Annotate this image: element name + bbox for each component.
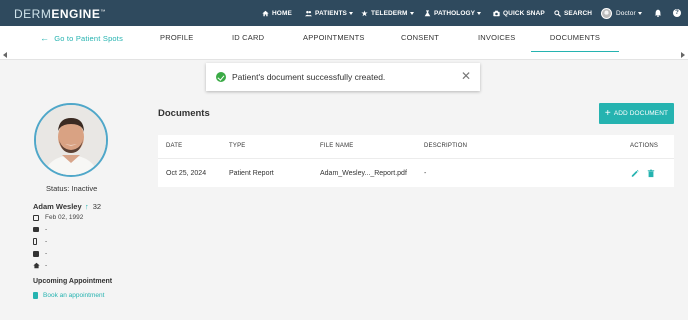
person-icon: ↑ <box>85 202 89 211</box>
patient-photo <box>36 105 106 175</box>
user-avatar <box>601 7 612 19</box>
patient-subnav: ← Go to Patient Spots PROFILE ID CARD APP… <box>0 26 688 60</box>
check-circle-icon <box>216 72 226 82</box>
nav-user-menu[interactable]: Doctor <box>601 0 642 26</box>
nav-home[interactable]: HOME <box>262 0 292 26</box>
patient-email: - <box>45 226 48 233</box>
nav-search[interactable]: SEARCH <box>554 0 592 26</box>
patient-phone: - <box>45 238 48 245</box>
success-toast: Patient's document successfully created.… <box>206 63 480 91</box>
documents-table: DATE TYPE FILE NAME DESCRIPTION ACTIONS … <box>158 135 674 187</box>
nav-telederm-label: TELEDERM <box>371 9 408 17</box>
patient-email-row: - <box>33 226 47 233</box>
book-appointment-link[interactable]: Book an appointment <box>33 292 104 299</box>
nav-pathology[interactable]: PATHOLOGY <box>424 0 482 26</box>
chevron-down-icon <box>409 11 414 15</box>
patient-address-row: - <box>33 262 47 269</box>
column-header-actions: ACTIONS <box>630 143 659 149</box>
patient-age: ↑ 32 <box>85 202 101 211</box>
tab-profile[interactable]: PROFILE <box>160 26 194 52</box>
email-icon <box>33 227 39 232</box>
nav-quick-snap[interactable]: QUICK SNAP <box>493 0 545 26</box>
plus-icon: + <box>604 107 611 119</box>
nav-user-label: Doctor <box>616 9 636 17</box>
tab-invoices[interactable]: INVOICES <box>478 26 515 52</box>
calendar-icon <box>33 292 38 299</box>
upcoming-appointment-heading: Upcoming Appointment <box>33 278 113 285</box>
search-icon <box>554 9 561 17</box>
tab-appointments[interactable]: APPOINTMENTS <box>303 26 365 52</box>
book-appointment-label: Book an appointment <box>43 292 105 299</box>
column-header-type[interactable]: TYPE <box>229 143 245 149</box>
brand-logo[interactable]: DERMENGINE™ <box>14 7 106 21</box>
cell-date: Oct 25, 2024 <box>166 170 207 177</box>
patient-dob: Feb 02, 1992 <box>45 214 84 221</box>
column-header-file-name[interactable]: FILE NAME <box>320 143 353 149</box>
nav-quick-snap-label: QUICK SNAP <box>503 9 545 17</box>
telederm-icon <box>361 9 368 16</box>
patient-avatar <box>34 103 108 177</box>
back-link-label: Go to Patient Spots <box>54 34 124 43</box>
nav-home-label: HOME <box>272 9 292 17</box>
pathology-icon <box>424 9 431 16</box>
scroll-left-icon[interactable] <box>3 52 7 58</box>
add-document-label: ADD DOCUMENT <box>613 110 669 117</box>
top-navbar: DERMENGINE™ HOME PATIENTS TELEDERM PATHO… <box>0 0 688 26</box>
cell-description: - <box>424 170 427 177</box>
nav-patients-label: PATIENTS <box>315 9 347 17</box>
add-document-button[interactable]: + ADD DOCUMENT <box>599 103 674 124</box>
arrow-left-icon: ← <box>40 33 50 43</box>
back-to-patient-spots-link[interactable]: ← Go to Patient Spots <box>40 26 123 52</box>
patient-work: - <box>45 250 48 257</box>
tab-documents[interactable]: DOCUMENTS <box>531 26 619 52</box>
patient-dob-row: Feb 02, 1992 <box>33 214 83 221</box>
documents-title: Documents <box>158 108 210 119</box>
patient-name: Adam Wesley <box>33 202 82 211</box>
patients-icon <box>305 10 312 16</box>
column-header-date[interactable]: DATE <box>166 143 182 149</box>
nav-telederm[interactable]: TELEDERM <box>361 0 414 26</box>
tab-id-card[interactable]: ID CARD <box>232 26 264 52</box>
briefcase-icon <box>33 250 39 257</box>
calendar-icon <box>33 214 39 221</box>
patient-work-row: - <box>33 250 47 257</box>
close-icon[interactable]: ✕ <box>461 70 471 82</box>
patient-phone-row: - <box>33 238 47 245</box>
edit-icon[interactable] <box>631 169 639 178</box>
home-icon <box>262 10 269 16</box>
home-icon <box>33 262 40 269</box>
tab-consent[interactable]: CONSENT <box>401 26 439 52</box>
phone-icon <box>33 238 37 245</box>
nav-patients[interactable]: PATIENTS <box>305 0 353 26</box>
help-icon[interactable]: ? <box>673 9 681 17</box>
patient-status: Status: Inactive <box>46 184 98 193</box>
camera-icon <box>493 10 500 16</box>
nav-pathology-label: PATHOLOGY <box>434 9 476 17</box>
nav-search-label: SEARCH <box>564 9 593 17</box>
column-header-description[interactable]: DESCRIPTION <box>424 143 467 149</box>
patient-address: - <box>45 262 48 269</box>
delete-icon[interactable] <box>647 169 655 178</box>
cell-file-name[interactable]: Adam_Wesley..._Report.pdf <box>320 170 407 177</box>
chevron-down-icon <box>477 11 482 15</box>
chevron-down-icon <box>348 11 353 15</box>
toast-message: Patient's document successfully created. <box>232 72 386 82</box>
cell-type: Patient Report <box>229 170 274 177</box>
table-divider <box>158 158 674 159</box>
scroll-right-icon[interactable] <box>681 52 685 58</box>
chevron-down-icon <box>637 11 642 15</box>
bell-icon[interactable] <box>654 9 662 17</box>
patient-age-value: 32 <box>92 202 102 211</box>
